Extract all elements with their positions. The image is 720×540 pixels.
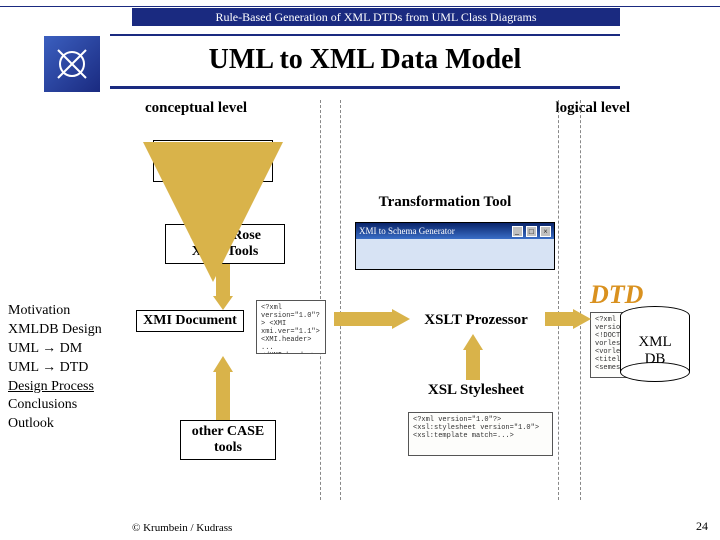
top-rule — [0, 6, 720, 7]
slide-logo-icon — [44, 36, 100, 92]
node-label: Rational Rose — [171, 144, 255, 160]
window-controls: _ □ × — [511, 226, 552, 237]
arrow-icon — [545, 306, 591, 337]
title-rule-top — [110, 34, 620, 36]
arrow-icon — [210, 356, 236, 425]
arrow-icon — [334, 306, 410, 337]
label-transformation-tool: Transformation Tool — [350, 194, 540, 211]
toc-item[interactable]: UML → DTD — [8, 359, 120, 378]
column-divider — [580, 100, 581, 500]
title-rule-bottom — [110, 86, 620, 89]
node-label: XMI Document — [143, 313, 237, 329]
snippet-xmi: <?xml version="1.0"?> <XMI xmi.ver="1.1"… — [256, 300, 326, 354]
page-title: UML to XML Data Model — [110, 44, 620, 76]
toc-item[interactable]: Motivation — [8, 302, 120, 321]
maximize-icon[interactable]: □ — [526, 226, 537, 237]
rose-logo-icon — [200, 162, 226, 178]
close-icon[interactable]: × — [540, 226, 551, 237]
node-label: Unisys Rose XML Tools — [172, 228, 278, 260]
level-logical-label: logical level — [555, 100, 630, 117]
tool-window-titlebar: XMI to Schema Generator _ □ × — [356, 223, 554, 239]
column-divider — [340, 100, 341, 500]
footer-copyright: © Krumbein / Kudrass — [132, 522, 232, 534]
node-label: other CASE tools — [187, 424, 269, 456]
label-xslt-processor: XSLT Prozessor — [411, 312, 541, 329]
arrow-icon — [200, 182, 226, 229]
level-conceptual-label: conceptual level — [145, 100, 247, 117]
node-rational-rose: Rational Rose — [153, 140, 273, 182]
tool-window: XMI to Schema Generator _ □ × — [355, 222, 555, 270]
toc-item[interactable]: Outlook — [8, 415, 120, 434]
node-other-case-tools: other CASE tools — [180, 420, 276, 460]
toc: Motivation XMLDB Design UML → DM UML → D… — [8, 302, 120, 434]
toc-item-active[interactable]: Design Process — [8, 378, 120, 397]
column-divider — [558, 100, 559, 500]
tool-window-title: XMI to Schema Generator — [359, 226, 455, 236]
level-row: conceptual level logical level — [120, 100, 660, 122]
node-label: XML DB — [620, 334, 690, 367]
snippet-xsl: <?xml version="1.0"?> <xsl:stylesheet ve… — [408, 412, 553, 456]
toc-item[interactable]: XMLDB Design — [8, 321, 120, 340]
toc-item[interactable]: Conclusions — [8, 396, 120, 415]
node-unisys-tools: Unisys Rose XML Tools — [165, 224, 285, 264]
minimize-icon[interactable]: _ — [512, 226, 523, 237]
page-number: 24 — [696, 519, 708, 534]
header-subtitle: Rule-Based Generation of XML DTDs from U… — [132, 8, 620, 26]
arrow-icon — [210, 264, 236, 315]
toc-item[interactable]: UML → DM — [8, 340, 120, 359]
arrow-icon — [460, 334, 486, 385]
node-xml-db: XML DB — [620, 306, 690, 382]
